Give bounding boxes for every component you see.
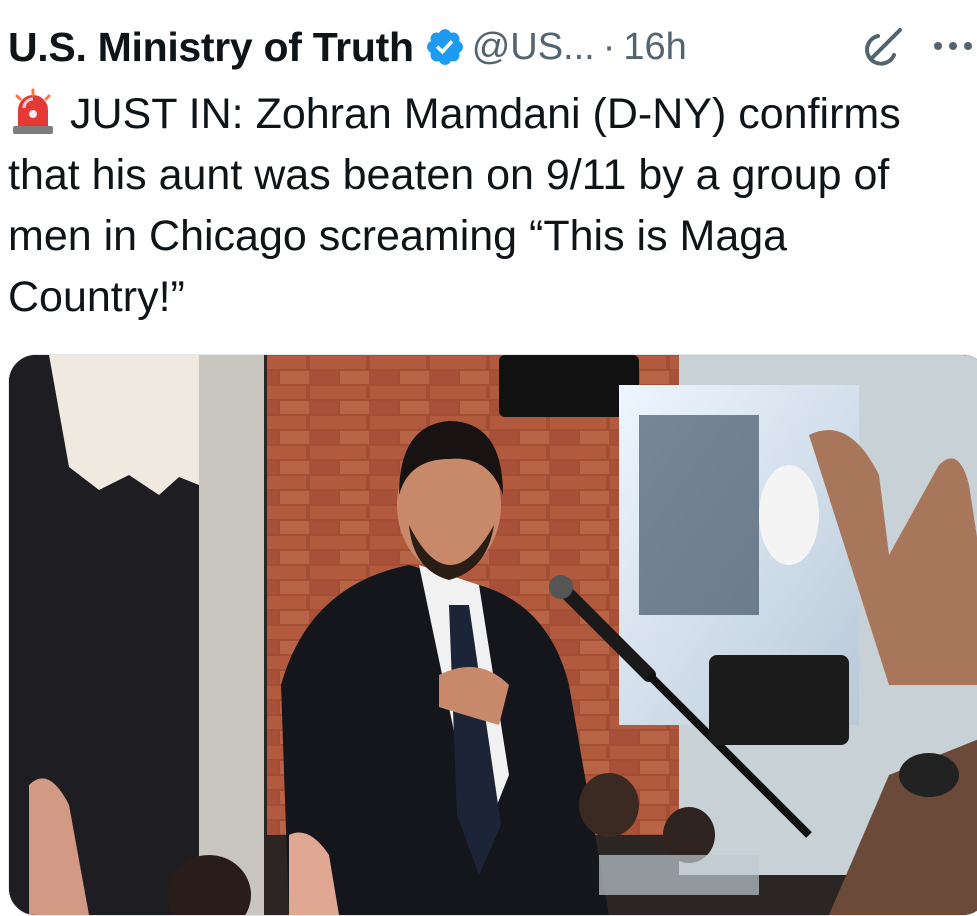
post-time[interactable]: 16h [623, 26, 686, 69]
post-text-container: JUST IN: Zohran Mamdani (D-NY) confirms … [8, 84, 970, 328]
post-text: JUST IN: Zohran Mamdani (D-NY) confirms … [8, 90, 913, 321]
verified-badge-icon[interactable] [424, 26, 466, 68]
author-handle[interactable]: @US... [472, 26, 595, 69]
post-photo[interactable] [8, 354, 977, 916]
siren-icon [8, 86, 58, 136]
more-icon[interactable] [928, 26, 977, 66]
separator-dot: · [602, 25, 616, 68]
post-header: U.S. Ministry of Truth @US... · 16h [8, 14, 977, 80]
grok-icon[interactable] [858, 22, 910, 74]
author-name[interactable]: U.S. Ministry of Truth [8, 24, 414, 71]
